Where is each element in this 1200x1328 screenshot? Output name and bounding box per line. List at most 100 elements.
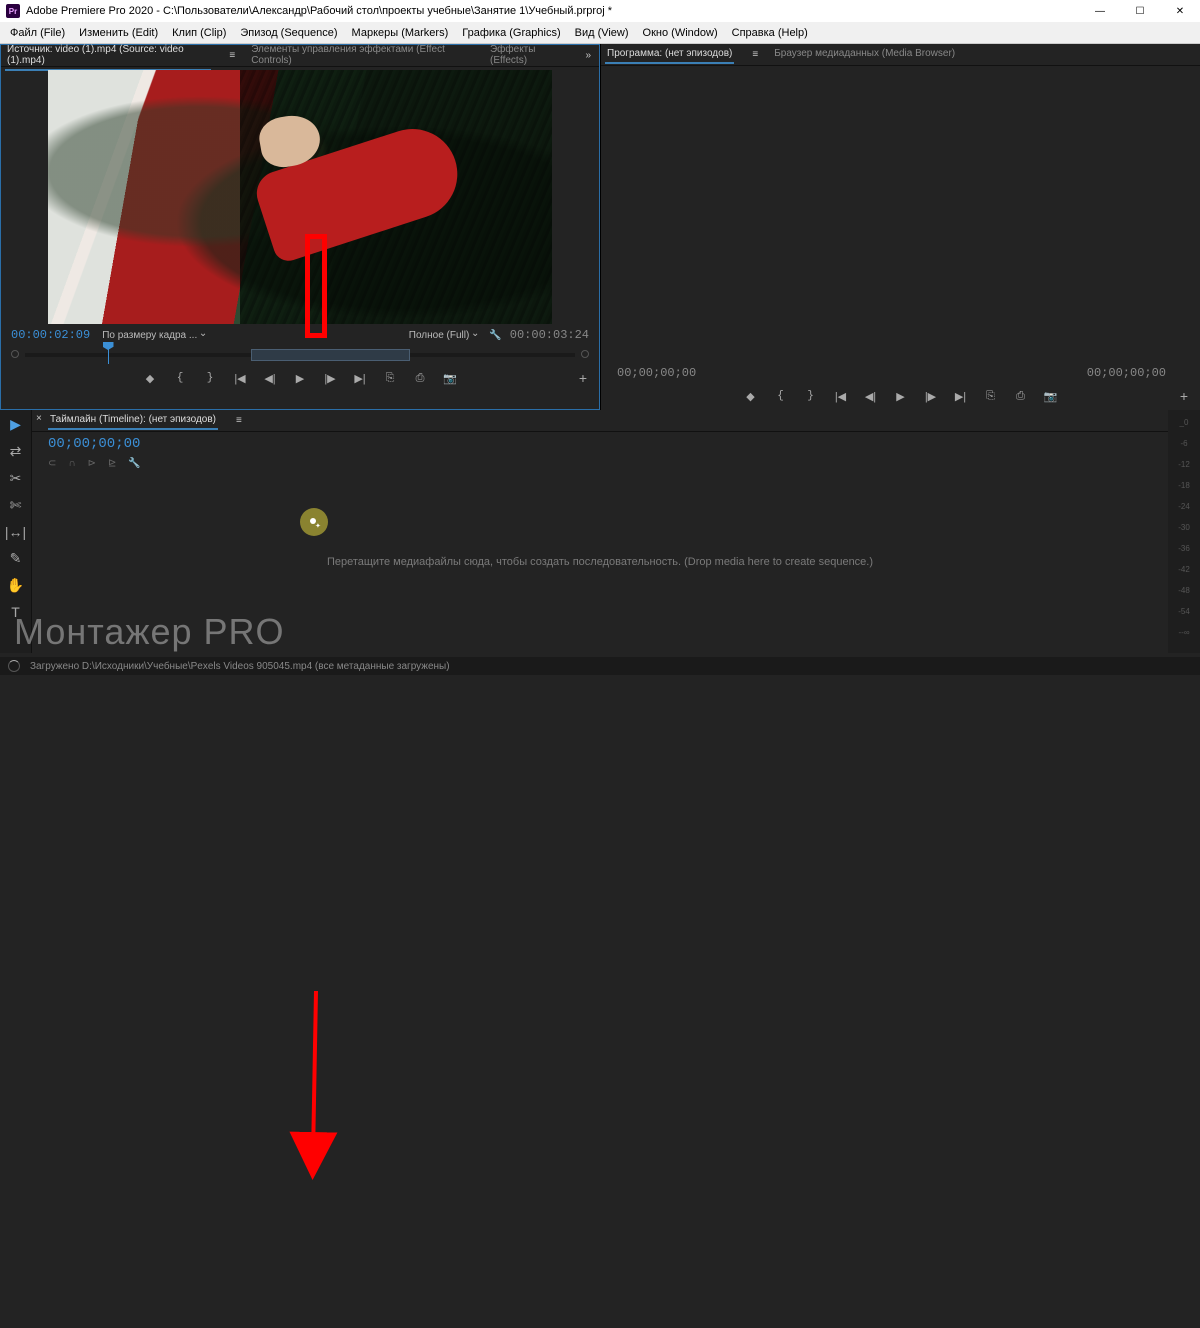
source-transport: ◆ {} |◀ ◀| ▶ |▶ ▶| ⎘ ⎙ 📷 + xyxy=(1,364,599,392)
panel-menu-icon[interactable]: ≡ xyxy=(229,50,235,61)
source-current-timecode[interactable]: 00:00:02:09 xyxy=(11,328,90,342)
transport-btn-10[interactable]: 📷 xyxy=(442,372,458,385)
loading-spinner-icon xyxy=(8,660,20,672)
razor-tool[interactable]: ✄ xyxy=(10,497,22,514)
ripple-edit-tool[interactable]: ✂ xyxy=(10,470,22,487)
menu-окно[interactable]: Окно (Window) xyxy=(643,27,718,39)
scrub-playhead[interactable] xyxy=(108,346,109,364)
transport-btn-7[interactable]: ▶| xyxy=(953,390,969,403)
source-scrub-bar[interactable] xyxy=(25,346,575,364)
annotation-cursor-highlight xyxy=(300,508,328,536)
transport-btn-1[interactable]: { xyxy=(773,390,789,402)
transport-btn-2[interactable]: } xyxy=(202,372,218,384)
meter-tick: -48 xyxy=(1168,586,1200,595)
overflow-icon[interactable]: » xyxy=(585,50,599,61)
hand-tool[interactable]: ✋ xyxy=(7,577,24,594)
fit-dropdown[interactable]: По размеру кадра ... xyxy=(98,329,209,342)
scrub-end-handle[interactable] xyxy=(581,350,589,358)
window-titlebar: Pr Adobe Premiere Pro 2020 - C:\Пользова… xyxy=(0,0,1200,22)
tab-timeline[interactable]: Таймлайн (Timeline): (нет эпизодов) xyxy=(48,411,218,430)
meter-tick: -54 xyxy=(1168,607,1200,616)
close-button[interactable]: ✕ xyxy=(1160,0,1200,22)
program-info-row: 00;00;00;00 00;00;00;00 xyxy=(601,364,1200,382)
timeline-toggle-2[interactable]: ⊳ xyxy=(88,458,96,469)
menu-справка[interactable]: Справка (Help) xyxy=(732,27,808,39)
source-info-row: 00:00:02:09 По размеру кадра ... Полное … xyxy=(1,324,599,346)
transport-btn-5[interactable]: ▶ xyxy=(292,372,308,385)
menu-клип[interactable]: Клип (Clip) xyxy=(172,27,226,39)
menu-изменить[interactable]: Изменить (Edit) xyxy=(79,27,158,39)
transport-btn-0[interactable]: ◆ xyxy=(743,390,759,403)
panel-menu-icon[interactable]: ≡ xyxy=(236,415,242,426)
watermark-text: Монтажер PRO xyxy=(14,611,285,653)
menu-вид[interactable]: Вид (View) xyxy=(575,27,629,39)
timeline-toggle-3[interactable]: ⊵ xyxy=(108,458,116,469)
transport-btn-3[interactable]: |◀ xyxy=(232,372,248,385)
transport-btn-4[interactable]: ◀| xyxy=(863,390,879,403)
meter-tick: -42 xyxy=(1168,565,1200,574)
program-left-timecode: 00;00;00;00 xyxy=(617,366,696,380)
window-title: Adobe Premiere Pro 2020 - C:\Пользовател… xyxy=(26,5,612,17)
source-tabbar: Источник: video (1).mp4 (Source: video (… xyxy=(1,45,599,67)
source-panel: Источник: video (1).mp4 (Source: video (… xyxy=(0,44,600,410)
timeline-toggle-4[interactable]: 🔧 xyxy=(128,458,140,469)
transport-btn-7[interactable]: ▶| xyxy=(352,372,368,385)
menu-графика[interactable]: Графика (Graphics) xyxy=(462,27,560,39)
transport-btn-4[interactable]: ◀| xyxy=(262,372,278,385)
close-tab-icon[interactable]: × xyxy=(36,413,42,424)
app-icon: Pr xyxy=(6,4,20,18)
slip-tool[interactable]: |↔| xyxy=(5,524,26,540)
meter-tick: --∞ xyxy=(1168,628,1200,637)
source-duration-timecode: 00:00:03:24 xyxy=(510,328,589,342)
program-tabbar: Программа: (нет эпизодов) ≡ Браузер меди… xyxy=(601,44,1200,66)
track-select-tool[interactable]: ⇄ xyxy=(10,443,22,460)
menu-эпизод[interactable]: Эпизод (Sequence) xyxy=(240,27,337,39)
maximize-button[interactable]: ☐ xyxy=(1120,0,1160,22)
transport-btn-5[interactable]: ▶ xyxy=(893,390,909,403)
pen-tool[interactable]: ✎ xyxy=(10,550,22,567)
settings-icon[interactable]: 🔧 xyxy=(489,330,501,341)
timeline-toggle-0[interactable]: ⊂ xyxy=(48,458,56,469)
transport-btn-0[interactable]: ◆ xyxy=(142,372,158,385)
meter-tick: -6 xyxy=(1168,439,1200,448)
transport-btn-9[interactable]: ⎙ xyxy=(412,372,428,385)
transport-btn-8[interactable]: ⎘ xyxy=(382,372,398,385)
meter-tick: _0 xyxy=(1168,418,1200,427)
panel-menu-icon[interactable]: ≡ xyxy=(752,49,758,60)
program-preview-empty xyxy=(601,66,1200,364)
menu-маркеры[interactable]: Маркеры (Markers) xyxy=(352,27,449,39)
program-transport: ◆ {} |◀ ◀| ▶ |▶ ▶| ⎘ ⎙ 📷 + xyxy=(601,382,1200,410)
timeline-drop-hint: Перетащите медиафайлы сюда, чтобы создат… xyxy=(327,556,873,568)
selection-tool[interactable]: ▶ xyxy=(10,416,21,433)
timeline-timecode[interactable]: 00;00;00;00 xyxy=(48,436,140,452)
timeline-toggle-row: ⊂ ∩ ⊳ ⊵ 🔧 xyxy=(32,456,1168,471)
source-preview[interactable] xyxy=(48,70,552,324)
transport-btn-10[interactable]: 📷 xyxy=(1043,390,1059,403)
button-editor-plus[interactable]: + xyxy=(1180,388,1188,404)
program-right-timecode: 00;00;00;00 xyxy=(1087,366,1166,380)
transport-btn-6[interactable]: |▶ xyxy=(923,390,939,403)
tab-effect-controls[interactable]: Элементы управления эффектами (Effect Co… xyxy=(249,41,474,71)
minimize-button[interactable]: — xyxy=(1080,0,1120,22)
transport-btn-3[interactable]: |◀ xyxy=(833,390,849,403)
tab-effects[interactable]: Эффекты (Effects) xyxy=(488,41,571,71)
timeline-toggle-1[interactable]: ∩ xyxy=(68,458,75,469)
tab-media-browser[interactable]: Браузер медиаданных (Media Browser) xyxy=(772,45,957,64)
transport-btn-8[interactable]: ⎘ xyxy=(983,390,999,403)
button-editor-plus[interactable]: + xyxy=(579,370,587,386)
transport-btn-6[interactable]: |▶ xyxy=(322,372,338,385)
status-bar: Загружено D:\Исходники\Учебные\Pexels Vi… xyxy=(0,657,1200,675)
scrub-start-handle[interactable] xyxy=(11,350,19,358)
quality-dropdown[interactable]: Полное (Full) xyxy=(405,329,482,342)
transport-btn-1[interactable]: { xyxy=(172,372,188,384)
status-text: Загружено D:\Исходники\Учебные\Pexels Vi… xyxy=(30,661,450,672)
menu-файл[interactable]: Файл (File) xyxy=(10,27,65,39)
meter-tick: -18 xyxy=(1168,481,1200,490)
annotation-arrow xyxy=(0,653,1200,1328)
tab-program[interactable]: Программа: (нет эпизодов) xyxy=(605,45,734,64)
transport-btn-9[interactable]: ⎙ xyxy=(1013,390,1029,403)
annotation-rectangle xyxy=(305,234,327,338)
transport-btn-2[interactable]: } xyxy=(803,390,819,402)
tab-source[interactable]: Источник: video (1).mp4 (Source: video (… xyxy=(5,41,211,71)
scrub-in-out-region[interactable] xyxy=(251,349,411,361)
